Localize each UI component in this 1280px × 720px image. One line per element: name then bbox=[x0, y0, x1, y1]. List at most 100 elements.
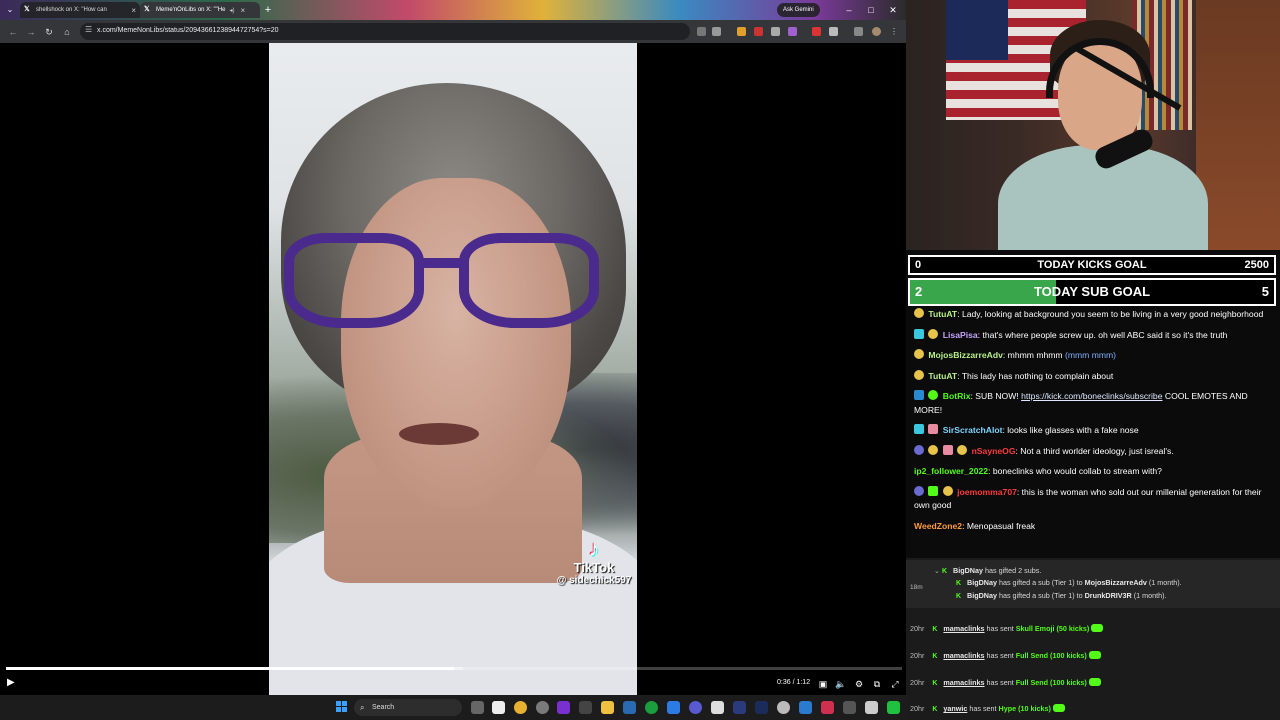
settings-gear-icon[interactable]: ⚙ bbox=[853, 678, 865, 690]
volume-icon[interactable]: 🔈 bbox=[835, 678, 847, 690]
site-info-icon[interactable]: ☰ bbox=[85, 25, 92, 34]
chat-username[interactable]: ip2_follower_2022 bbox=[914, 466, 988, 476]
chrome-icon[interactable] bbox=[514, 701, 527, 714]
chat-username[interactable]: nSayneOG bbox=[972, 446, 1016, 456]
captions-icon[interactable]: ▣ bbox=[817, 678, 829, 690]
og-badge-icon bbox=[928, 328, 939, 339]
app-icon[interactable] bbox=[865, 701, 878, 714]
close-tab-icon[interactable]: × bbox=[131, 6, 136, 15]
video-scrubber[interactable] bbox=[6, 667, 902, 670]
windows-start-icon[interactable] bbox=[336, 701, 348, 713]
kebab-menu-icon[interactable]: ⋮ bbox=[890, 27, 899, 36]
kick-logo-icon: K bbox=[932, 626, 938, 633]
kick-event: 20hr Kmamaclinks has sent Skull Emoji (5… bbox=[910, 624, 1104, 634]
video-subject-mouth bbox=[399, 423, 479, 445]
window-close-icon[interactable]: ✕ bbox=[886, 3, 900, 17]
premiere-icon[interactable] bbox=[755, 701, 768, 714]
play-icon[interactable]: ▶ bbox=[7, 677, 19, 689]
video-player[interactable]: ♪ TikTok @ sidechick597 bbox=[269, 43, 637, 695]
chat-username[interactable]: MojosBizzarreAdv bbox=[928, 350, 1003, 360]
chat-message: TutuAT: Lady, looking at background you … bbox=[914, 308, 1276, 322]
taskbar-search[interactable]: ⌕ Search bbox=[354, 699, 462, 716]
gift-user[interactable]: BigDNay bbox=[967, 578, 997, 587]
bookmark-star-icon[interactable] bbox=[712, 27, 721, 36]
kick-item: Full Send (100 kicks) bbox=[1015, 651, 1087, 660]
kick-icon[interactable] bbox=[887, 701, 900, 714]
app-icon[interactable] bbox=[536, 701, 549, 714]
media-control-icon[interactable] bbox=[854, 27, 863, 36]
fullscreen-icon[interactable]: ⤢ bbox=[889, 678, 901, 690]
profile-avatar[interactable] bbox=[872, 27, 881, 36]
chat-username[interactable]: joemomma707 bbox=[957, 487, 1017, 497]
task-view-icon[interactable] bbox=[471, 701, 484, 714]
spotify-icon[interactable] bbox=[645, 701, 658, 714]
new-tab-button[interactable]: + bbox=[262, 4, 274, 16]
extension-icon[interactable] bbox=[771, 27, 780, 36]
tab-memenonlibs[interactable]: 𝕏 Meme'nOnLibs on X: ""He ◂) × bbox=[140, 2, 260, 18]
kick-text: has sent bbox=[986, 624, 1014, 633]
video-timecode: 0:36 / 1:12 bbox=[777, 679, 811, 686]
x-logo-icon: 𝕏 bbox=[144, 6, 150, 13]
extension-icon[interactable] bbox=[737, 27, 746, 36]
audio-playing-icon[interactable]: ◂) bbox=[229, 7, 234, 14]
install-app-icon[interactable] bbox=[697, 27, 706, 36]
app-icon[interactable] bbox=[821, 701, 834, 714]
chat-message: ip2_follower_2022: boneclinks who would … bbox=[914, 466, 1162, 476]
back-arrow-icon[interactable]: ← bbox=[6, 25, 20, 39]
ask-gemini-button[interactable]: Ask Gemini bbox=[777, 3, 820, 17]
gift-user[interactable]: BigDNay bbox=[953, 566, 983, 575]
home-icon[interactable]: ⌂ bbox=[60, 25, 74, 39]
kick-sender[interactable]: mamaclinks bbox=[943, 624, 984, 633]
extension-icon[interactable] bbox=[788, 27, 797, 36]
app-icon[interactable] bbox=[667, 701, 680, 714]
chat-username[interactable]: SirScratchAlot bbox=[943, 425, 1003, 435]
app-icon[interactable] bbox=[579, 701, 592, 714]
event-time: 18m bbox=[910, 584, 923, 591]
extension-icon[interactable] bbox=[812, 27, 821, 36]
tab-shellshock[interactable]: 𝕏 shellshock on X: "How can × bbox=[20, 2, 140, 18]
chat-username[interactable]: LisaPisa bbox=[943, 330, 978, 340]
app-icon[interactable] bbox=[843, 701, 856, 714]
forward-arrow-icon[interactable]: → bbox=[24, 25, 38, 39]
extensions-puzzle-icon[interactable] bbox=[829, 27, 838, 36]
kick-sender[interactable]: mamaclinks bbox=[943, 678, 984, 687]
file-explorer-icon[interactable] bbox=[601, 701, 614, 714]
gift-target[interactable]: DrunkDRIV3R bbox=[1085, 591, 1132, 600]
chat-username[interactable]: BotRix bbox=[943, 391, 971, 401]
chat-username[interactable]: WeedZone2 bbox=[914, 521, 962, 531]
extension-icon[interactable] bbox=[754, 27, 763, 36]
app-icon[interactable] bbox=[777, 701, 790, 714]
gift-user[interactable]: BigDNay bbox=[967, 591, 997, 600]
minimize-icon[interactable]: – bbox=[842, 3, 856, 17]
maximize-icon[interactable]: □ bbox=[864, 3, 878, 17]
tab-search-icon[interactable]: ⌄ bbox=[4, 4, 16, 16]
chat-username[interactable]: TutuAT bbox=[928, 309, 957, 319]
kick-logo-icon: K bbox=[956, 593, 962, 600]
reload-icon[interactable]: ↻ bbox=[42, 25, 56, 39]
kick-logo-icon: K bbox=[956, 580, 962, 587]
copilot-icon[interactable] bbox=[492, 701, 505, 714]
kick-sender[interactable]: yanwic bbox=[943, 704, 967, 713]
gift-line: K BigDNay has gifted a sub (Tier 1) to Dr… bbox=[956, 591, 1167, 601]
chat-message: BotRix: SUB NOW! https://kick.com/bonecl… bbox=[914, 390, 1248, 415]
gift-target[interactable]: MojosBizzarreAdv bbox=[1085, 578, 1147, 587]
subscribe-link[interactable]: https://kick.com/boneclinks/subscribe bbox=[1021, 391, 1162, 401]
app-icon[interactable] bbox=[557, 701, 570, 714]
app-icon[interactable] bbox=[799, 701, 812, 714]
chevron-down-icon[interactable]: ⌄ bbox=[934, 566, 940, 575]
chat-message: LisaPisa: that's where people screw up. … bbox=[914, 328, 1276, 343]
stream-overlay: 0 TODAY KICKS GOAL 2500 2 TODAY SUB GOAL… bbox=[906, 0, 1280, 720]
chat-username[interactable]: TutuAT bbox=[928, 371, 957, 381]
kick-sender[interactable]: mamaclinks bbox=[943, 651, 984, 660]
app-icon[interactable] bbox=[733, 701, 746, 714]
address-bar[interactable]: ☰ x.com/MemeNonLibs/status/2094366123894… bbox=[80, 23, 690, 40]
app-icon[interactable] bbox=[711, 701, 724, 714]
steam-icon[interactable] bbox=[623, 701, 636, 714]
event-time: 20hr bbox=[910, 624, 925, 633]
pip-icon[interactable]: ⧉ bbox=[871, 678, 883, 690]
app-icon[interactable] bbox=[689, 701, 702, 714]
event-time: 20hr bbox=[910, 678, 925, 687]
chat-text: looks like glasses with a fake nose bbox=[1007, 425, 1139, 435]
chat-text: Not a third worlder ideology, just isrea… bbox=[1020, 445, 1174, 456]
close-tab-icon[interactable]: × bbox=[240, 6, 245, 15]
